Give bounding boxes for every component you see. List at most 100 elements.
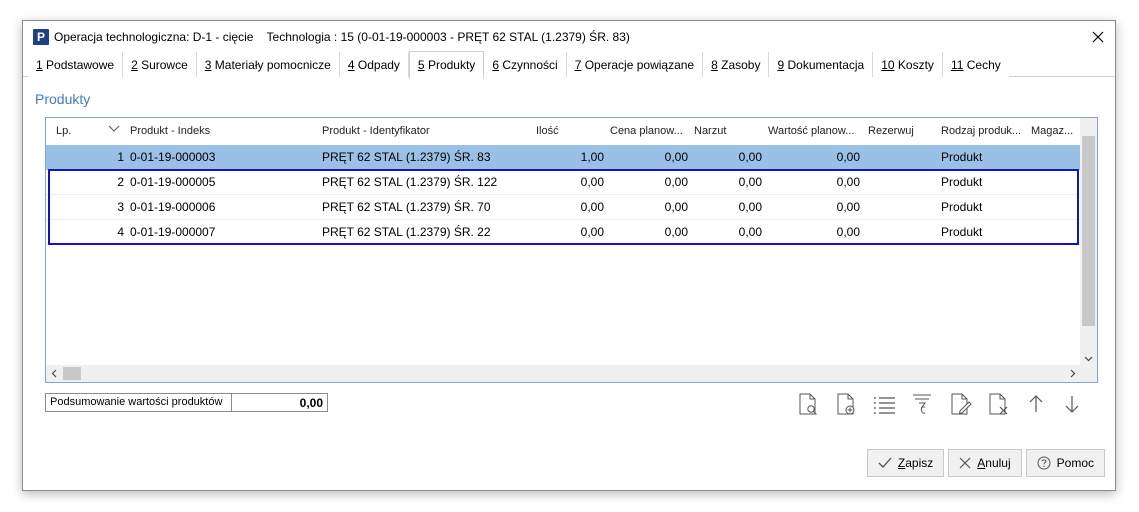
cell-indeks: 0-01-19-000006 xyxy=(130,200,216,214)
products-grid[interactable]: Lp. Produkt - Indeks Produkt - Identyfik… xyxy=(45,117,1098,383)
delete-document-icon[interactable] xyxy=(985,391,1011,417)
summary-label: Podsumowanie wartości produktów xyxy=(46,394,232,411)
cell-rodzaj: Produkt xyxy=(941,225,983,239)
cancel-button[interactable]: Anuluj xyxy=(948,449,1022,477)
tab-podstawowe[interactable]: 1 Podstawowe xyxy=(28,52,124,77)
cell-cena: 0,00 xyxy=(664,150,688,164)
dialog-buttons: Zapisz Anuluj Pomoc xyxy=(866,449,1105,477)
grid-toolbar xyxy=(795,391,1095,419)
cell-wartosc: 0,00 xyxy=(836,225,860,239)
cell-wartosc: 0,00 xyxy=(836,200,860,214)
cell-lp: 1 xyxy=(117,150,124,164)
cell-indeks: 0-01-19-000005 xyxy=(130,175,216,189)
scroll-down-chevron-icon[interactable] xyxy=(1084,356,1093,362)
cell-ilosc: 0,00 xyxy=(580,200,604,214)
horizontal-scroll-thumb[interactable] xyxy=(63,367,81,380)
cell-rodzaj: Produkt xyxy=(941,200,983,214)
cell-identyfikator: PRĘT 62 STAL (1.2379) ŚR. 22 xyxy=(322,225,491,239)
tab-label: Odpady xyxy=(354,57,400,72)
cell-rodzaj: Produkt xyxy=(941,175,983,189)
tab-hotkey: 11 xyxy=(950,57,964,72)
arrow-up-icon[interactable] xyxy=(1023,391,1049,417)
tab-label: Cechy xyxy=(963,57,1001,72)
tab-dokumentacja[interactable]: 9 Dokumentacja xyxy=(769,52,874,77)
cell-narzut: 0,00 xyxy=(738,175,762,189)
tab-label: Zasoby xyxy=(717,57,761,72)
window-title: Operacja technologiczna: D-1 - cięcie Te… xyxy=(54,30,630,44)
cell-lp: 4 xyxy=(117,225,124,239)
col-header-lp[interactable]: Lp. xyxy=(56,125,71,137)
add-document-icon[interactable] xyxy=(833,391,859,417)
col-header-wartosc[interactable]: Wartość planow... xyxy=(768,125,854,137)
tab-hotkey: 2 xyxy=(131,57,138,72)
tab-label: Podstawowe xyxy=(42,57,115,72)
cancel-x-icon xyxy=(959,457,971,469)
tab-surowce[interactable]: 2 Surowce xyxy=(123,52,197,77)
cell-wartosc: 0,00 xyxy=(836,175,860,189)
scroll-right-chevron-icon[interactable] xyxy=(1070,369,1076,378)
summary-value: 0,00 xyxy=(299,396,323,410)
col-header-ilosc[interactable]: Ilość xyxy=(536,125,559,137)
table-row[interactable]: 3 0-01-19-000006 PRĘT 62 STAL (1.2379) Ś… xyxy=(46,195,1081,220)
col-header-indeks[interactable]: Produkt - Indeks xyxy=(130,125,210,137)
col-header-cena[interactable]: Cena planow... xyxy=(610,125,683,137)
tab-hotkey: 10 xyxy=(881,57,895,72)
section-title: Produkty xyxy=(35,91,91,107)
col-header-magazyn[interactable]: Magaz... xyxy=(1031,125,1073,137)
app-logo-icon: P xyxy=(33,29,49,45)
help-label: Pomoc xyxy=(1056,456,1094,470)
tab-zasoby[interactable]: 8 Zasoby xyxy=(703,52,770,77)
arrow-down-icon[interactable] xyxy=(1059,391,1085,417)
cell-ilosc: 1,00 xyxy=(580,150,604,164)
edit-document-icon[interactable] xyxy=(947,391,973,417)
save-label: Zapisz xyxy=(897,456,934,470)
list-icon[interactable] xyxy=(871,391,897,417)
tab-label: Koszty xyxy=(894,57,934,72)
scrollbar-corner xyxy=(1080,365,1097,382)
close-button[interactable] xyxy=(1081,21,1115,52)
tab-cechy[interactable]: 11 Cechy xyxy=(942,52,1009,77)
vertical-scrollbar[interactable] xyxy=(1080,118,1097,366)
grid-header: Lp. Produkt - Indeks Produkt - Identyfik… xyxy=(46,118,1081,144)
move-up-document-icon[interactable] xyxy=(909,391,935,417)
help-button[interactable]: Pomoc xyxy=(1025,449,1105,477)
dialog-window: P Operacja technologiczna: D-1 - cięcie … xyxy=(22,20,1116,491)
summary-box: Podsumowanie wartości produktów 0,00 xyxy=(45,393,328,412)
tab-produkty[interactable]: 5 Produkty xyxy=(408,51,485,79)
table-row[interactable]: 2 0-01-19-000005 PRĘT 62 STAL (1.2379) Ś… xyxy=(46,170,1081,195)
cell-lp: 2 xyxy=(117,175,124,189)
tab-hotkey: 1 xyxy=(36,57,43,72)
checkmark-icon xyxy=(878,457,892,468)
tab-czynnosci[interactable]: 6 Czynności xyxy=(484,52,567,77)
scroll-left-chevron-icon[interactable] xyxy=(51,369,57,378)
tab-operacje-powiazane[interactable]: 7 Operacje powiązane xyxy=(566,52,704,77)
tab-label: Czynności xyxy=(499,57,558,72)
cell-wartosc: 0,00 xyxy=(836,150,860,164)
tab-label: Produkty xyxy=(424,58,476,72)
cancel-label: Anuluj xyxy=(977,456,1011,470)
col-header-rezerwuj[interactable]: Rezerwuj xyxy=(868,125,914,137)
table-row[interactable]: 1 0-01-19-000003 PRĘT 62 STAL (1.2379) Ś… xyxy=(46,145,1081,170)
cell-identyfikator: PRĘT 62 STAL (1.2379) ŚR. 70 xyxy=(322,200,491,214)
tab-hotkey: 5 xyxy=(417,58,425,72)
col-header-identyfikator[interactable]: Produkt - Identyfikator xyxy=(322,125,430,137)
cell-cena: 0,00 xyxy=(664,175,688,189)
horizontal-scrollbar[interactable] xyxy=(46,365,1081,382)
col-header-narzut[interactable]: Narzut xyxy=(694,125,726,137)
tab-koszty[interactable]: 10 Koszty xyxy=(873,52,943,77)
sort-chevron-down-icon xyxy=(108,125,120,132)
tab-materialy-pomocnicze[interactable]: 3 Materiały pomocnicze xyxy=(196,52,340,77)
col-header-rodzaj[interactable]: Rodzaj produk... xyxy=(941,125,1021,137)
tab-odpady[interactable]: 4 Odpady xyxy=(339,52,409,77)
close-icon xyxy=(1092,31,1104,42)
cell-ilosc: 0,00 xyxy=(580,225,604,239)
save-button[interactable]: Zapisz xyxy=(866,449,945,477)
cell-narzut: 0,00 xyxy=(738,200,762,214)
help-question-icon xyxy=(1037,456,1051,470)
cell-cena: 0,00 xyxy=(664,225,688,239)
table-row[interactable]: 4 0-01-19-000007 PRĘT 62 STAL (1.2379) Ś… xyxy=(46,220,1081,245)
tab-label: Operacje powiązane xyxy=(581,57,695,72)
tab-hotkey: 4 xyxy=(347,57,355,72)
vertical-scroll-thumb[interactable] xyxy=(1082,136,1095,326)
preview-document-icon[interactable] xyxy=(795,391,821,417)
